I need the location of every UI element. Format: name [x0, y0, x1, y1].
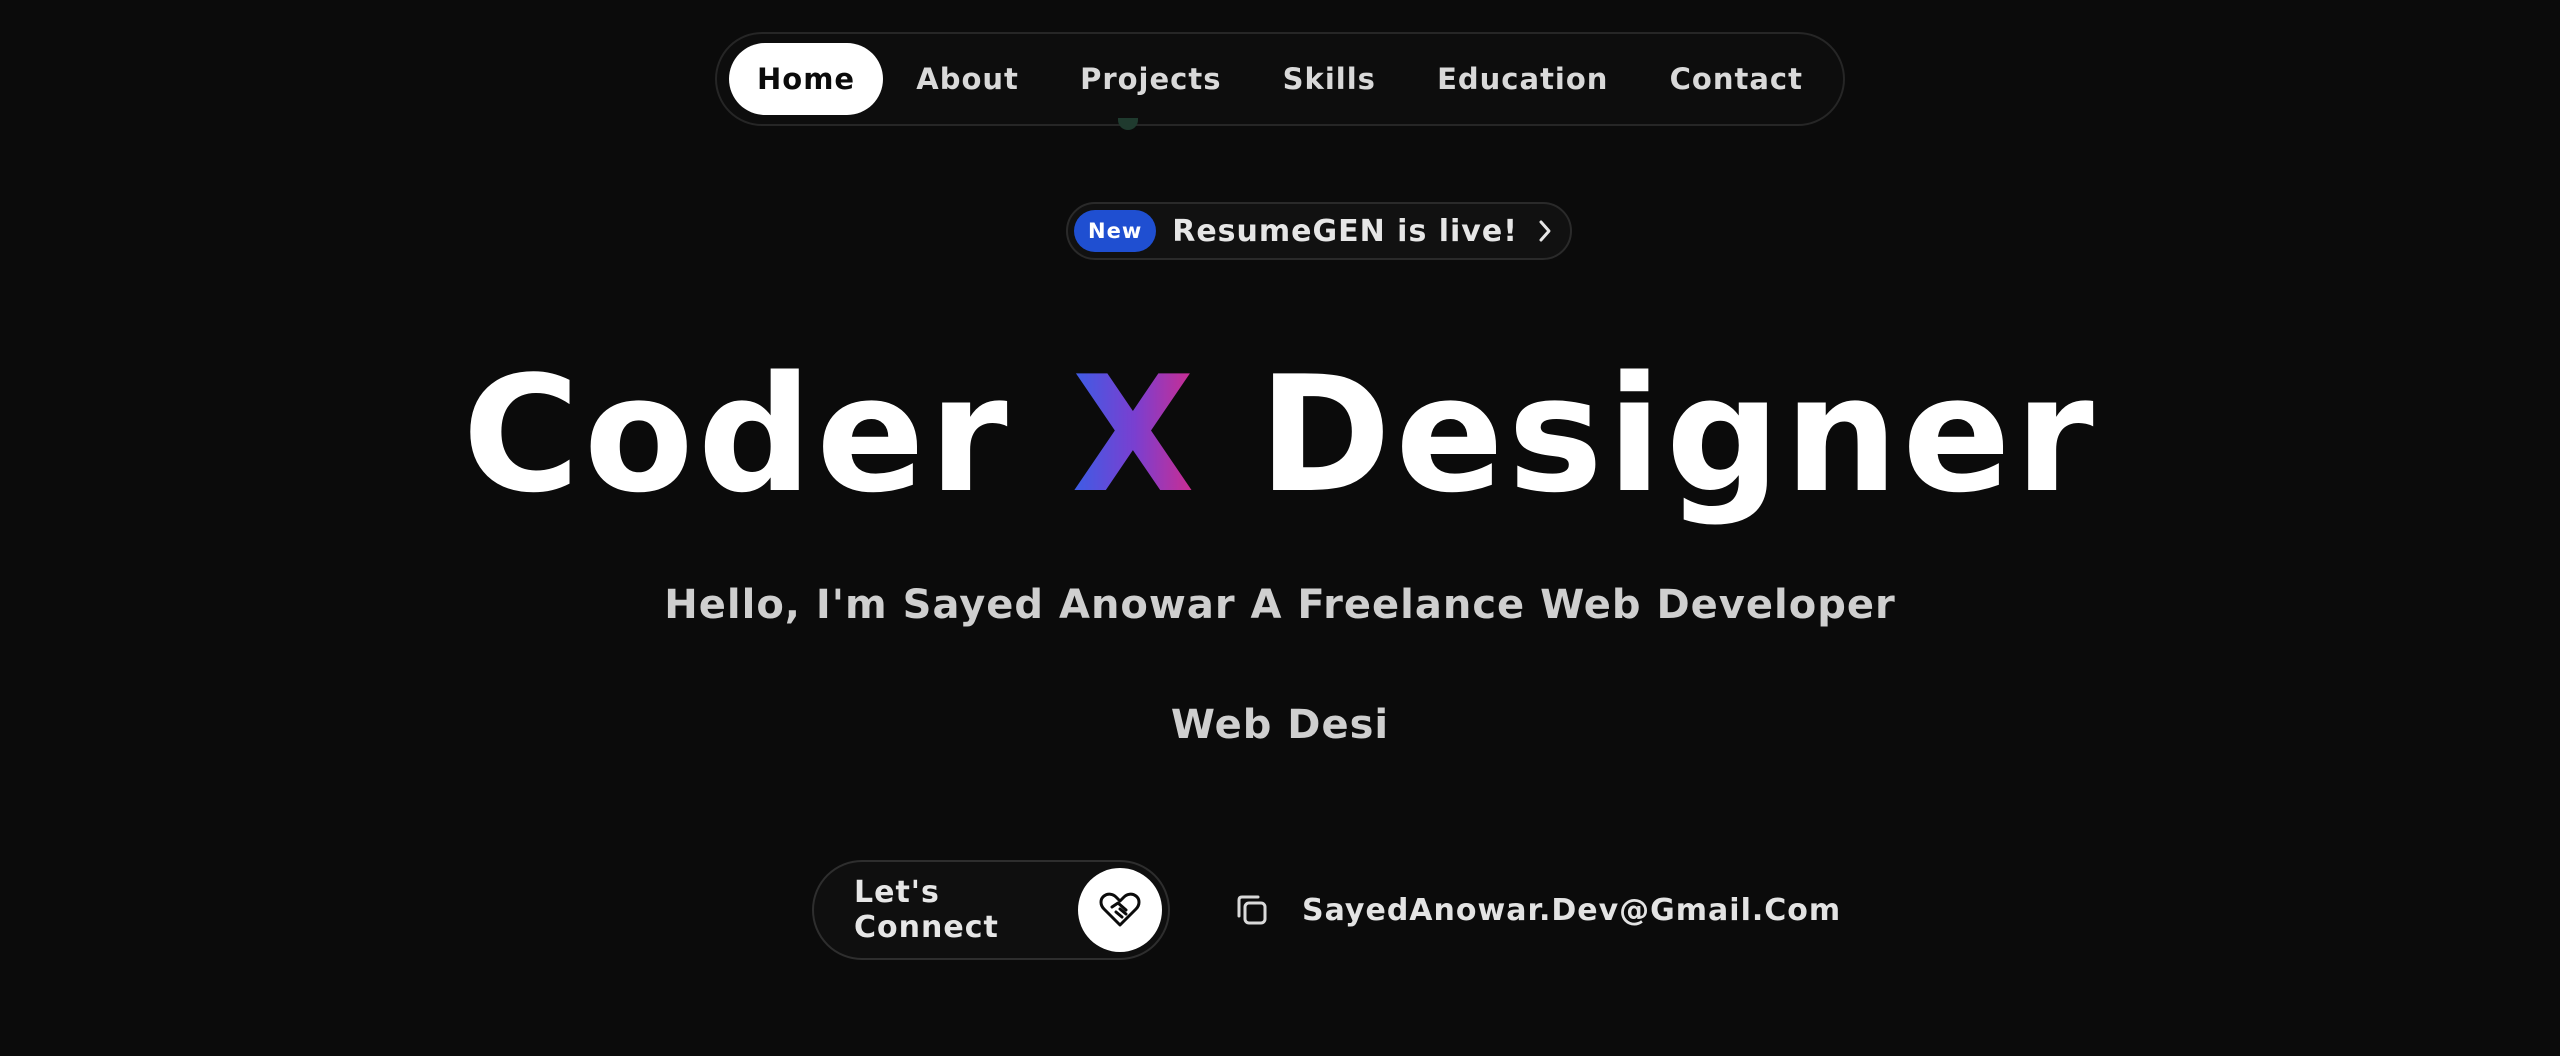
announcement-pill[interactable]: New ResumeGEN is live! [1066, 202, 1572, 260]
page: Home About Projects Skills Education Con… [0, 0, 2560, 1056]
typed-role-text: Web Desi [1170, 702, 1390, 748]
hero-title: Coder X Designer [0, 340, 2560, 530]
copy-icon[interactable] [1232, 890, 1272, 930]
lets-connect-label: Let's Connect [854, 875, 999, 945]
handshake-heart-icon [1078, 868, 1162, 952]
hero-title-coder: Coder [462, 341, 1012, 528]
nav-item-about[interactable]: About [888, 43, 1047, 115]
email-address: SayedAnowar.Dev@Gmail.Com [1302, 892, 1842, 928]
hero-title-designer: Designer [1258, 341, 2098, 528]
hero-subtitle: Hello, I'm Sayed Anowar A Freelance Web … [664, 582, 1896, 628]
nav-item-projects[interactable]: Projects [1052, 43, 1249, 115]
nav-item-skills[interactable]: Skills [1255, 43, 1404, 115]
chevron-right-icon [1534, 218, 1556, 244]
nav-indicator-dot [1118, 118, 1138, 130]
nav-item-home[interactable]: Home [729, 43, 884, 115]
copy-email-row[interactable]: SayedAnowar.Dev@Gmail.Com [1232, 880, 1841, 940]
new-badge: New [1074, 210, 1157, 252]
lets-connect-button[interactable]: Let's Connect [812, 860, 1170, 960]
hero-title-x: X [1071, 341, 1199, 528]
nav-item-education[interactable]: Education [1409, 43, 1636, 115]
nav-item-contact[interactable]: Contact [1642, 43, 1831, 115]
main-nav: Home About Projects Skills Education Con… [715, 32, 1845, 126]
announcement-text: ResumeGEN is live! [1172, 213, 1518, 249]
